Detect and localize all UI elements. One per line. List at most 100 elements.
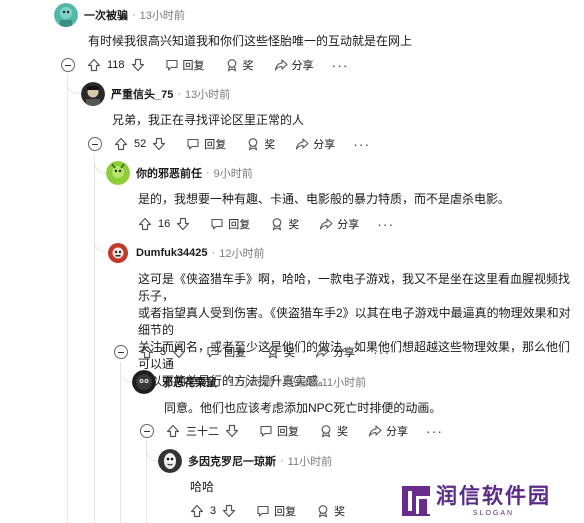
comment-edited: 已编辑 11小时前	[285, 377, 367, 389]
avatar[interactable]	[106, 161, 130, 185]
share-button[interactable]: 分享	[295, 136, 335, 152]
comment-actions: 52 回复 奖 分享 ···	[88, 133, 370, 155]
comment-time: 12小时前	[219, 248, 265, 260]
vote-count: 三十二	[186, 426, 219, 438]
comment-time: 11小时前	[287, 456, 333, 468]
comment-author[interactable]: 你的邪恶前任	[136, 165, 202, 181]
downvote-icon[interactable]	[225, 424, 239, 438]
award-icon	[321, 425, 331, 438]
avatar[interactable]	[106, 241, 130, 265]
comment-author[interactable]: 严重信头_75	[111, 86, 173, 102]
share-button[interactable]: 分享	[274, 57, 314, 73]
comment-actions: 16 回复 奖 分享 ···	[138, 213, 394, 235]
collapse-thread-button[interactable]	[61, 58, 75, 72]
reply-label: 回复	[274, 506, 297, 518]
thread-connector	[120, 362, 132, 382]
avatar[interactable]	[54, 3, 78, 27]
comment-header: 一次被骗 · 13小时前	[54, 3, 185, 27]
award-button[interactable]: 奖	[316, 503, 345, 519]
separator-dot: ·	[211, 247, 216, 259]
separator-dot: ·	[206, 167, 210, 179]
comment-text: 有时候我很高兴知道我和你们这些怪胎唯一的互动就是在网上	[88, 34, 413, 48]
share-icon	[274, 59, 288, 71]
upvote-icon[interactable]	[138, 217, 152, 231]
award-button[interactable]: 奖	[246, 136, 275, 152]
reply-button[interactable]: 回复	[186, 136, 226, 152]
vote-control: 5	[140, 345, 186, 359]
reply-button[interactable]: 回复	[210, 216, 250, 232]
more-options-button[interactable]: ···	[377, 216, 394, 232]
watermark-icon	[402, 486, 430, 516]
upvote-icon[interactable]	[87, 58, 101, 72]
comment-text: 哈哈	[190, 480, 215, 494]
share-icon	[320, 218, 333, 230]
comment-header: Dumfuk34425 · 12小时前	[106, 241, 264, 265]
avatar[interactable]	[158, 449, 182, 473]
watermark-title: 润信软件园	[436, 484, 551, 508]
reply-button[interactable]: 回复	[165, 57, 205, 73]
vote-count: 3	[210, 505, 217, 517]
upvote-icon[interactable]	[190, 504, 204, 518]
award-button[interactable]: 奖	[270, 216, 299, 232]
comment-author[interactable]: 多因克罗尼一琼斯	[188, 453, 276, 469]
more-options-button[interactable]: ···	[426, 423, 443, 439]
award-icon	[248, 138, 258, 151]
comment-author[interactable]: 邪恶花栗鼠	[162, 374, 217, 390]
comment-actions: 3 回复 奖	[190, 500, 345, 522]
comment-header: 严重信头_75 · 13小时前	[81, 82, 230, 106]
award-button[interactable]: 奖	[225, 57, 254, 73]
comment-actions: 5 回复 奖 分享 ···	[114, 341, 390, 363]
reply-label: 回复	[277, 426, 299, 438]
vote-control: 16	[138, 217, 190, 231]
downvote-icon[interactable]	[176, 217, 190, 231]
upvote-icon[interactable]	[140, 345, 154, 359]
award-button[interactable]: 奖	[266, 344, 295, 360]
vote-count: 118	[107, 59, 125, 71]
collapse-thread-button[interactable]	[88, 137, 102, 151]
upvote-icon[interactable]	[114, 137, 128, 151]
award-label: 奖	[242, 60, 254, 72]
thread-connector	[94, 154, 106, 173]
award-button[interactable]: 奖	[319, 423, 348, 439]
comment-author[interactable]: 一次被骗	[84, 7, 128, 23]
share-button[interactable]: 分享	[319, 216, 359, 232]
share-button[interactable]: 分享	[315, 344, 355, 360]
avatar[interactable]	[132, 370, 156, 394]
award-icon	[272, 218, 282, 231]
more-options-button[interactable]: ···	[353, 136, 370, 152]
downvote-icon[interactable]	[222, 504, 236, 518]
reply-label: 回复	[204, 139, 227, 151]
reply-icon	[187, 138, 199, 150]
more-options-button[interactable]: ···	[373, 344, 390, 360]
avatar[interactable]	[81, 82, 105, 106]
reply-icon	[260, 425, 272, 437]
reply-button[interactable]: 回复	[206, 344, 246, 360]
separator-dot: ·	[221, 376, 225, 388]
award-label: 奖	[264, 139, 276, 151]
reply-icon	[257, 505, 269, 517]
comment-author[interactable]: Dumfuk34425	[136, 247, 208, 259]
comment-text: 是的，我想要一种有趣、卡通、电影般的暴力特质，而不是虐杀电影。	[138, 192, 511, 206]
separator-dot: ·	[132, 9, 136, 21]
share-button[interactable]: 分享	[368, 423, 408, 439]
downvote-icon[interactable]	[131, 58, 145, 72]
reply-icon	[165, 59, 178, 71]
share-icon	[368, 425, 382, 437]
vote-count: 16	[158, 218, 171, 230]
thread-line	[67, 74, 68, 523]
vote-control: 3	[190, 504, 236, 518]
share-label: 分享	[333, 347, 356, 359]
vote-control: 52	[114, 137, 166, 151]
upvote-icon[interactable]	[166, 424, 180, 438]
reply-button[interactable]: 回复	[259, 423, 299, 439]
reply-label: 回复	[182, 60, 205, 72]
reply-button[interactable]: 回复	[256, 503, 296, 519]
reply-label: 回复	[228, 219, 251, 231]
more-options-button[interactable]: ···	[332, 57, 349, 73]
comment-time: 9小时前	[213, 168, 253, 180]
downvote-icon[interactable]	[152, 137, 166, 151]
collapse-thread-button[interactable]	[140, 424, 154, 438]
downvote-icon[interactable]	[172, 345, 186, 359]
vote-control: 三十二	[166, 423, 239, 439]
collapse-thread-button[interactable]	[114, 345, 128, 359]
